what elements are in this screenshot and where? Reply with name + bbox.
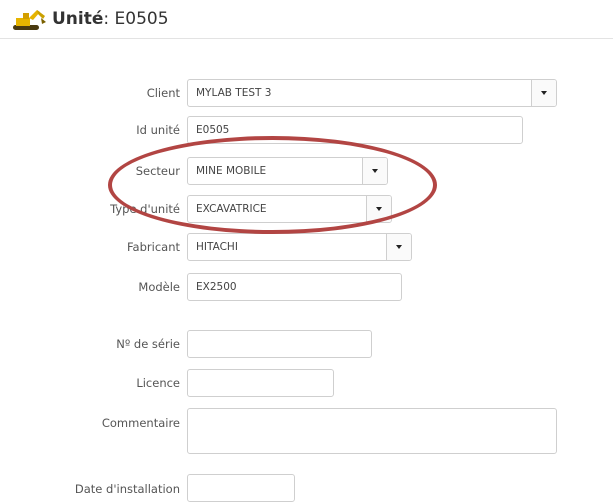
id-unite-label: Id unité <box>136 123 180 137</box>
modele-label: Modèle <box>138 280 180 294</box>
client-select-value: MYLAB TEST 3 <box>196 87 272 99</box>
excavator-icon <box>13 10 46 30</box>
licence-input[interactable] <box>187 369 334 397</box>
commentaire-textarea[interactable] <box>187 408 557 454</box>
client-label: Client <box>146 86 180 100</box>
type-unite-select-value: EXCAVATRICE <box>196 203 267 215</box>
client-select[interactable]: MYLAB TEST 3 <box>187 79 557 107</box>
chevron-down-icon[interactable] <box>366 196 391 222</box>
date-installation-input[interactable] <box>187 474 295 502</box>
numero-serie-label: Nº de série <box>116 337 180 351</box>
secteur-select[interactable]: MINE MOBILE <box>187 157 388 185</box>
page-header: Unité: E0505 <box>0 0 613 39</box>
page-title-value: : E0505 <box>103 9 169 29</box>
secteur-label: Secteur <box>135 164 180 178</box>
chevron-down-icon[interactable] <box>362 158 387 184</box>
page-title: Unité: E0505 <box>52 9 169 29</box>
licence-label: Licence <box>136 376 180 390</box>
numero-serie-input[interactable] <box>187 330 372 358</box>
page-title-label: Unité <box>52 9 104 29</box>
secteur-select-value: MINE MOBILE <box>196 165 267 177</box>
date-installation-label: Date d'installation <box>74 482 180 496</box>
fabricant-select[interactable]: HITACHI <box>187 233 412 261</box>
fabricant-select-value: HITACHI <box>196 241 238 253</box>
type-unite-label: Type d'unité <box>110 202 180 216</box>
chevron-down-icon[interactable] <box>531 80 556 106</box>
type-unite-select[interactable]: EXCAVATRICE <box>187 195 392 223</box>
fabricant-label: Fabricant <box>127 240 180 254</box>
id-unite-input[interactable] <box>187 116 523 144</box>
commentaire-label: Commentaire <box>101 416 180 430</box>
chevron-down-icon[interactable] <box>386 234 411 260</box>
modele-input[interactable] <box>187 273 402 301</box>
